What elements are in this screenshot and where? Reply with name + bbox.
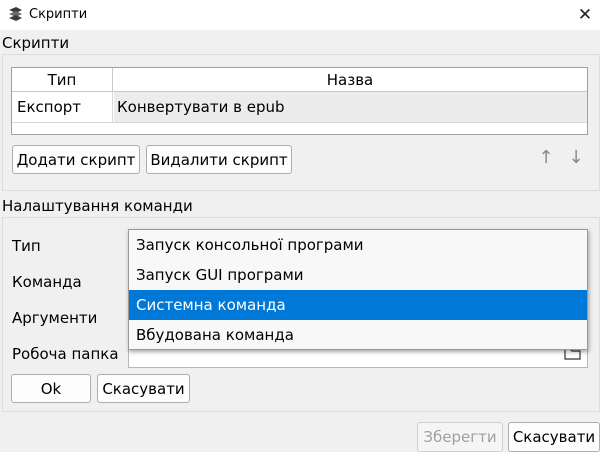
type-dropdown-list[interactable]: Запуск консольної програми Запуск GUI пр… [128,229,588,350]
dropdown-option-console[interactable]: Запуск консольної програми [129,230,587,260]
command-label: Команда [12,273,82,291]
dropdown-option-builtin[interactable]: Вбудована команда [129,320,587,350]
table-row[interactable]: Експорт Конвертувати в epub [12,92,587,123]
dropdown-option-gui[interactable]: Запуск GUI програми [129,260,587,290]
move-down-icon[interactable]: ↓ [565,146,587,170]
close-icon[interactable]: ✕ [573,3,597,27]
type-label: Тип [12,237,41,255]
footer-cancel-button[interactable]: Скасувати [508,422,600,452]
dropdown-option-system[interactable]: Системна команда [129,290,587,320]
scripts-table: Тип Назва Експорт Конвертувати в epub [11,67,588,135]
app-stack-icon [7,6,24,23]
row-type-cell: Експорт [12,92,113,122]
title-bar: Скрипти ✕ [0,0,600,30]
command-section-title: Налаштування команди [2,197,193,215]
working-dir-label: Робоча папка [12,345,119,363]
ok-button[interactable]: Ok [11,374,91,403]
window-title: Скрипти [29,7,88,22]
remove-script-button[interactable]: Видалити скрипт [146,145,292,174]
arguments-label: Аргументи [12,309,98,327]
save-button[interactable]: Зберегти [417,422,503,452]
command-cancel-button[interactable]: Скасувати [97,374,190,403]
scripts-section-title: Скрипти [2,34,70,52]
column-header-type[interactable]: Тип [12,68,113,92]
add-script-button[interactable]: Додати скрипт [12,145,140,174]
column-header-name[interactable]: Назва [113,68,587,92]
move-up-icon[interactable]: ↑ [535,146,557,170]
row-name-cell: Конвертувати в epub [114,92,587,122]
